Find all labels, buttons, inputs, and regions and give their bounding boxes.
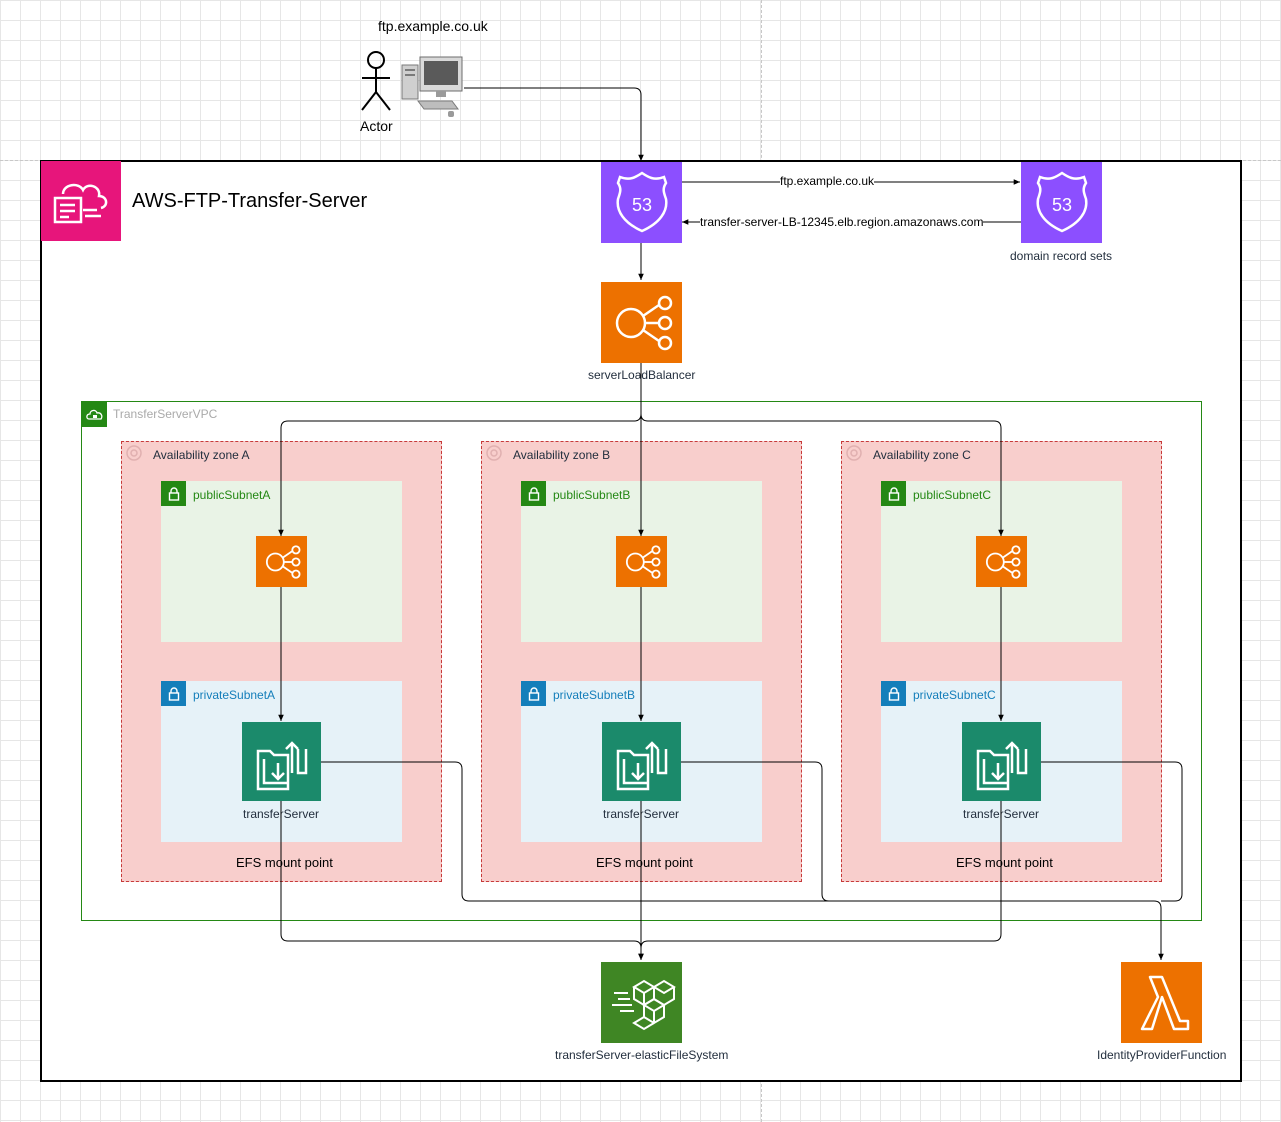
edge-server-a-to-efs [280,800,644,960]
elastic-file-system-icon [611,979,676,1030]
load-balancer-tile [601,282,682,363]
edge-server-c-to-lambda [1041,761,1183,902]
lambda-icon [1140,975,1189,1030]
load-balancer-icon [985,544,1020,579]
route53-shield-icon: 53 [615,170,668,232]
zone-c-load-balancer-tile [976,536,1027,587]
transfer-family-icon [256,740,307,790]
route53-number: 53 [1051,195,1071,215]
load-balancer-icon [625,544,660,579]
edge-server-c-to-efs [640,800,1002,949]
zone-b-load-balancer-tile [616,536,667,587]
route53-records-tile: 53 [1021,162,1102,243]
transfer-server-c-tile [962,722,1041,801]
load-balancer-label: serverLoadBalancer [588,368,696,382]
lambda-label: IdentityProviderFunction [1097,1048,1227,1062]
efs-label: transferServer-elasticFileSystem [555,1048,729,1062]
edge-elb-to-zone-c [640,413,1004,536]
edge-server-b-to-lambda [681,761,1154,902]
zone-a-load-balancer-tile [256,536,307,587]
edge-elb-to-zone-a [278,362,642,536]
load-balancer-icon [615,295,672,350]
route53-forward-label: ftp.example.co.uk [780,174,875,188]
transfer-server-a-tile [242,722,321,801]
record-sets-label: domain record sets [1010,249,1113,263]
edge-client-to-route53 [464,87,644,161]
route53-tile: 53 [601,162,682,243]
transfer-server-b-tile [602,722,681,801]
route53-shield-icon: 53 [1035,170,1088,232]
route53-number: 53 [631,195,651,215]
lambda-tile [1121,962,1202,1043]
efs-tile [601,962,682,1043]
transfer-family-icon [616,740,667,790]
load-balancer-icon [265,544,300,579]
transfer-family-icon [976,740,1027,790]
route53-return-label: transfer-server-LB-12345.elb.region.amaz… [700,215,984,229]
